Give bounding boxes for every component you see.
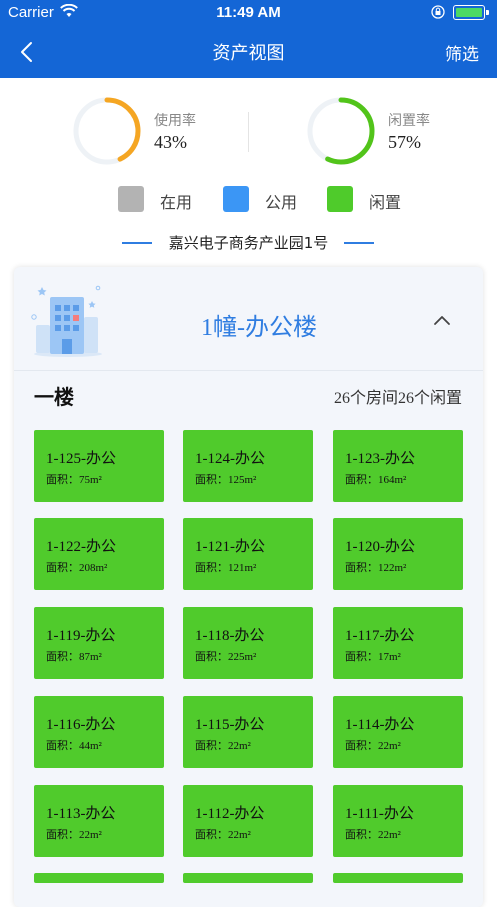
legend-swatch-public xyxy=(223,186,249,212)
park-name: 嘉兴电子商务产业园1号 xyxy=(168,234,329,252)
room-tile-partial[interactable] xyxy=(183,873,313,883)
room-tile[interactable]: 1-119-办公面积：87m² xyxy=(34,607,164,679)
room-area: 面积：17m² xyxy=(345,651,401,663)
room-tile[interactable]: 1-123-办公面积：164m² xyxy=(333,430,463,502)
idle-rate-label: 闲置率 xyxy=(388,113,430,129)
legend-label-public: 公用 xyxy=(265,193,298,212)
room-name: 1-125-办公 xyxy=(46,451,116,467)
room-tile[interactable]: 1-122-办公面积：208m² xyxy=(34,518,164,590)
room-name: 1-117-办公 xyxy=(345,628,415,644)
room-name: 1-119-办公 xyxy=(46,628,116,644)
park-name-line-right xyxy=(344,242,374,244)
filter-button[interactable]: 筛选 xyxy=(445,40,479,65)
nav-bar: 资产视图 筛选 xyxy=(0,26,497,78)
status-time: 11:49 AM xyxy=(216,4,281,21)
room-area: 面积：22m² xyxy=(345,829,401,841)
room-area: 面积：87m² xyxy=(46,651,102,663)
room-area: 面积：75m² xyxy=(46,474,102,486)
room-area: 面积：125m² xyxy=(195,474,257,486)
room-area: 面积：22m² xyxy=(46,829,102,841)
room-area: 面积：164m² xyxy=(345,474,407,486)
room-name: 1-111-办公 xyxy=(345,806,414,822)
park-name-row: 嘉兴电子商务产业园1号 xyxy=(0,232,497,252)
floor-title: 一楼 xyxy=(34,385,74,409)
room-tile[interactable]: 1-112-办公面积：22m² xyxy=(183,785,313,857)
room-area: 面积：122m² xyxy=(345,562,407,574)
legend-label-idle: 闲置 xyxy=(369,193,402,212)
room-tile[interactable]: 1-120-办公面积：122m² xyxy=(333,518,463,590)
floor-summary: 26个房间26个闲置 xyxy=(333,390,462,407)
usage-rate-label: 使用率 xyxy=(154,113,196,129)
status-bar: Carrier 11:49 AM xyxy=(0,0,497,26)
room-name: 1-113-办公 xyxy=(46,806,116,822)
idle-rate-value: 57% xyxy=(388,132,421,152)
room-name: 1-120-办公 xyxy=(345,539,415,555)
room-name: 1-114-办公 xyxy=(345,717,415,733)
room-name: 1-122-办公 xyxy=(46,539,116,555)
room-tile[interactable]: 1-121-办公面积：121m² xyxy=(183,518,313,590)
room-tile[interactable]: 1-116-办公面积：44m² xyxy=(34,696,164,768)
room-tile[interactable]: 1-113-办公面积：22m² xyxy=(34,785,164,857)
room-name: 1-112-办公 xyxy=(195,806,265,822)
usage-rate-ring xyxy=(73,97,141,165)
office-building-icon xyxy=(31,285,102,357)
room-tile-partial[interactable] xyxy=(34,873,164,883)
room-tile[interactable]: 1-125-办公面积：75m² xyxy=(34,430,164,502)
idle-rate-ring xyxy=(307,97,375,165)
building-card: 1幢-办公楼 一楼 26个房间26个闲置 1-125-办公 面积：75m² 1-12… xyxy=(14,267,483,907)
legend-swatch-idle xyxy=(327,186,353,212)
room-tile[interactable]: 1-117-办公面积：17m² xyxy=(333,607,463,679)
orientation-lock-icon xyxy=(431,5,445,19)
legend-swatch-in-use xyxy=(118,186,144,212)
usage-rate-value: 43% xyxy=(154,132,187,152)
room-name: 1-115-办公 xyxy=(195,717,265,733)
room-area: 面积：22m² xyxy=(195,829,251,841)
page-title: 资产视图 xyxy=(212,43,285,64)
room-area: 面积：44m² xyxy=(46,740,102,752)
room-name: 1-121-办公 xyxy=(195,539,265,555)
building-title: 1幢-办公楼 xyxy=(201,315,317,341)
battery-icon xyxy=(453,5,489,20)
room-area: 面积：208m² xyxy=(46,562,108,574)
room-area: 面积：121m² xyxy=(195,562,257,574)
room-name: 1-123-办公 xyxy=(345,451,415,467)
chevron-up-icon[interactable] xyxy=(432,313,452,327)
room-area: 面积：225m² xyxy=(195,651,257,663)
room-name: 1-118-办公 xyxy=(195,628,265,644)
room-tile[interactable]: 1-124-办公面积：125m² xyxy=(183,430,313,502)
room-tile[interactable]: 1-114-办公面积：22m² xyxy=(333,696,463,768)
room-tile[interactable]: 1-115-办公面积：22m² xyxy=(183,696,313,768)
room-area: 面积：22m² xyxy=(345,740,401,752)
room-name: 1-116-办公 xyxy=(46,717,116,733)
room-name: 1-124-办公 xyxy=(195,451,265,467)
stats-divider xyxy=(248,112,249,152)
card-divider xyxy=(14,370,483,371)
room-tile-partial[interactable] xyxy=(333,873,463,883)
legend-label-in-use: 在用 xyxy=(160,193,193,212)
room-tile[interactable]: 1-118-办公面积：225m² xyxy=(183,607,313,679)
room-area: 面积：22m² xyxy=(195,740,251,752)
room-tile[interactable]: 1-111-办公面积：22m² xyxy=(333,785,463,857)
